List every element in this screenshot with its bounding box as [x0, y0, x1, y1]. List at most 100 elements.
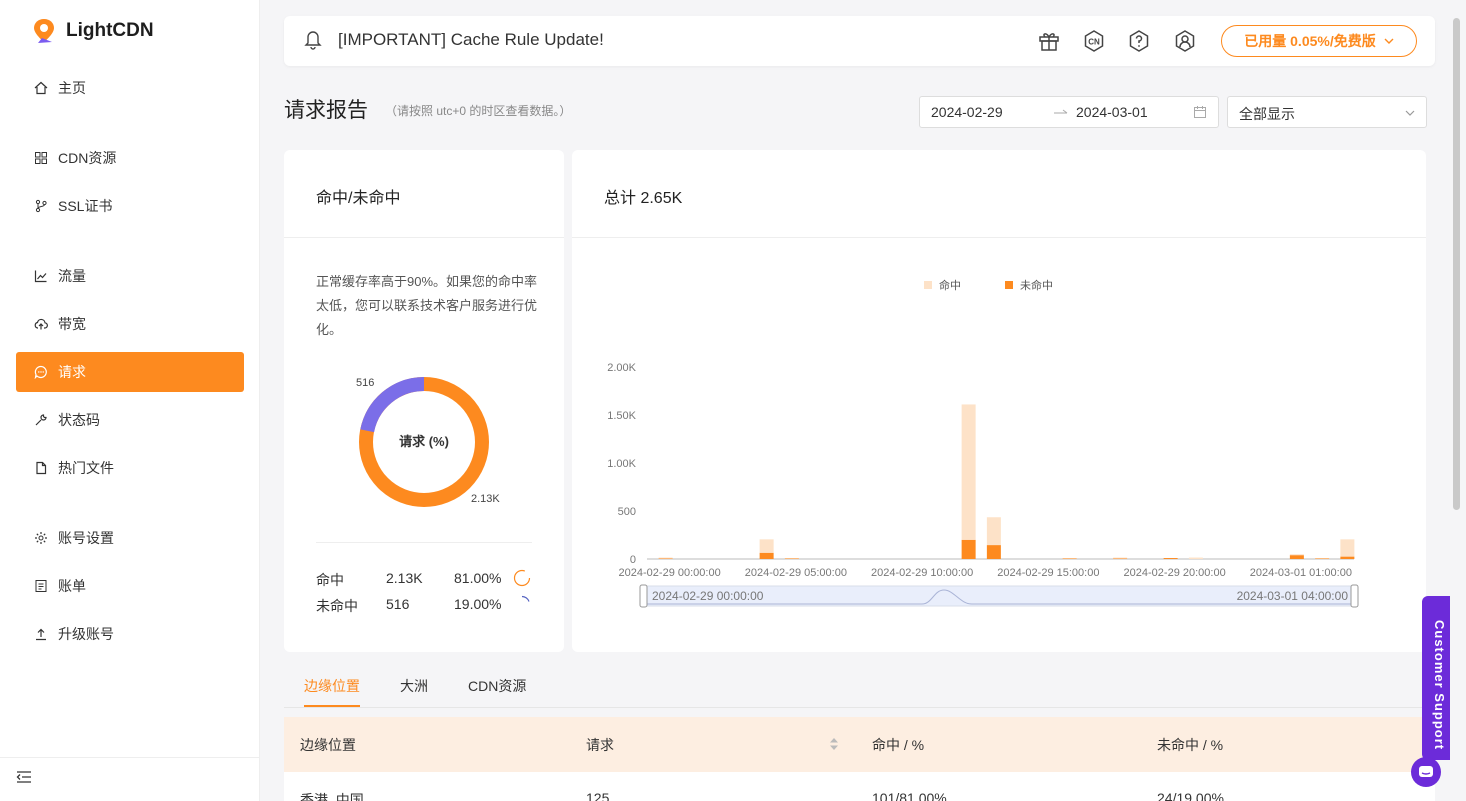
hit-count: 2.13K — [386, 570, 423, 586]
cn-icon[interactable]: CN — [1082, 29, 1106, 53]
announcement[interactable]: [IMPORTANT] Cache Rule Update! — [304, 30, 604, 50]
grid-icon — [35, 152, 47, 164]
legend-miss-swatch — [1005, 281, 1013, 289]
date-start[interactable]: 2024-02-29 — [931, 104, 1003, 120]
sidebar-item-label: 主页 — [58, 80, 86, 96]
sidebar-item-label: 请求 — [58, 364, 86, 380]
y-tick-label: 1.00K — [607, 458, 636, 470]
donut-miss-label: 516 — [356, 377, 374, 389]
sidebar: LightCDN 主页 CDN资源 SSL证书 流量 带宽 请求 状态码 热门文… — [0, 0, 260, 801]
table-row[interactable]: 香港, 中国 125 101/81.00% 24/19.00% — [284, 772, 1435, 801]
sidebar-item-requests[interactable]: 请求 — [16, 352, 244, 392]
x-tick-label: 2024-02-29 05:00:00 — [745, 567, 847, 579]
sidebar-item-hot-files[interactable]: 热门文件 — [16, 448, 244, 488]
sidebar-item-label: 热门文件 — [58, 460, 114, 476]
sidebar-item-traffic[interactable]: 流量 — [16, 256, 244, 296]
logo[interactable]: LightCDN — [32, 18, 154, 44]
requests-bar-chart[interactable]: 0 500 1.00K 1.50K 2.00K 2024-02-29 00:00:00 20… — [572, 238, 1426, 652]
sidebar-item-cdn[interactable]: CDN资源 — [16, 138, 244, 178]
sidebar-item-bandwidth[interactable]: 带宽 — [16, 304, 244, 344]
hit-miss-title: 命中/未命中 — [284, 150, 564, 238]
sidebar-item-label: CDN资源 — [58, 150, 117, 166]
active-tab-indicator — [304, 705, 360, 707]
hit-percent: 81.00% — [454, 570, 502, 586]
x-tick-label: 2024-02-29 15:00:00 — [997, 567, 1099, 579]
total-title: 总计 2.65K — [572, 150, 1426, 238]
message-icon — [34, 365, 47, 379]
sidebar-item-account-settings[interactable]: 账号设置 — [16, 518, 244, 558]
sidebar-item-home[interactable]: 主页 — [16, 68, 244, 108]
hit-miss-description: 正常缓存率高于90%。如果您的命中率太低，您可以联系技术客户服务进行优化。 — [316, 274, 538, 337]
sidebar-item-label: 账号设置 — [58, 530, 114, 546]
sidebar-item-label: 状态码 — [58, 412, 100, 428]
donut-hit-label: 2.13K — [471, 493, 500, 505]
bar-miss — [759, 552, 774, 559]
bar-hit — [759, 539, 774, 553]
svg-text:CN: CN — [1088, 38, 1100, 47]
bar-hit — [986, 517, 1001, 546]
tab-continent[interactable]: 大洲 — [400, 676, 428, 696]
cell-requests: 125 — [586, 790, 610, 801]
divider — [316, 542, 532, 543]
date-range-picker[interactable]: 2024-02-29 2024-03-01 — [919, 96, 1219, 128]
bar-hit — [1113, 557, 1128, 559]
usage-label: 已用量 0.05%/免费版 — [1244, 33, 1376, 49]
bar-hit — [1289, 554, 1304, 556]
hit-miss-card: 命中/未命中 正常缓存率高于90%。如果您的命中率太低，您可以联系技术客户服务进… — [284, 150, 564, 652]
bar-miss — [1163, 558, 1178, 559]
chat-icon — [1419, 766, 1433, 777]
calendar-icon — [1194, 106, 1206, 118]
sidebar-item-upgrade[interactable]: 升级账号 — [16, 614, 244, 654]
sidebar-item-label: 带宽 — [58, 316, 86, 332]
sidebar-item-billing[interactable]: 账单 — [16, 566, 244, 606]
chevron-down-icon — [1405, 110, 1415, 116]
display-filter-select[interactable]: 全部显示 — [1227, 96, 1427, 128]
sort-icon[interactable] — [830, 738, 838, 750]
usage-plan-button[interactable]: 已用量 0.05%/免费版 — [1221, 25, 1417, 57]
tool-icon — [35, 414, 47, 426]
gear-icon — [35, 532, 47, 544]
y-tick-label: 0 — [630, 554, 636, 566]
donut-center-label: 请求 (%) — [399, 434, 449, 449]
help-icon[interactable] — [1127, 29, 1151, 53]
donut-miss-segment — [360, 377, 425, 433]
x-tick-label: 2024-02-29 20:00:00 — [1124, 567, 1226, 579]
total-requests-card: 总计 2.65K 0 500 1.00K 1.50K 2.00K 2024-02-29 0… — [572, 150, 1426, 652]
collapse-menu-icon[interactable] — [16, 770, 32, 784]
zoom-start-label: 2024-02-29 00:00:00 — [652, 589, 764, 603]
cell-hit: 101/81.00% — [872, 790, 947, 801]
date-end[interactable]: 2024-03-01 — [1076, 104, 1148, 120]
chat-button[interactable] — [1411, 757, 1441, 787]
page-scrollbar[interactable] — [1453, 18, 1460, 510]
gift-icon[interactable] — [1037, 29, 1061, 53]
upload-icon — [36, 628, 46, 641]
user-icon[interactable] — [1173, 29, 1197, 53]
hit-miss-donut: 请求 (%) 516 2.13K — [356, 377, 500, 507]
tab-cdn-resource[interactable]: CDN资源 — [468, 676, 526, 696]
col-hit: 命中 / % — [872, 737, 925, 753]
sidebar-footer — [0, 757, 260, 801]
table-header: 边缘位置 请求 命中 / % 未命中 / % — [284, 717, 1435, 772]
sidebar-item-status-codes[interactable]: 状态码 — [16, 400, 244, 440]
col-edge-location: 边缘位置 — [300, 737, 356, 753]
cell-location: 香港, 中国 — [300, 792, 364, 801]
col-requests[interactable]: 请求 — [586, 735, 614, 755]
zoom-handle-right — [1350, 584, 1359, 608]
sidebar-item-ssl[interactable]: SSL证书 — [16, 186, 244, 226]
arrow-right-icon — [1054, 109, 1068, 114]
miss-count: 516 — [386, 596, 410, 612]
display-filter-value: 全部显示 — [1239, 106, 1295, 122]
bar-miss — [986, 545, 1001, 559]
chevron-down-icon — [1384, 38, 1394, 44]
home-icon — [34, 81, 48, 95]
sidebar-item-label: 账单 — [58, 578, 86, 594]
zoom-end-label: 2024-03-01 04:00:00 — [1237, 589, 1349, 603]
zoom-handle-left — [639, 584, 648, 608]
legend-hit-swatch — [924, 281, 932, 289]
sidebar-item-label: SSL证书 — [58, 198, 113, 214]
branch-icon — [35, 199, 47, 213]
tab-edge-location[interactable]: 边缘位置 — [304, 676, 360, 696]
bill-icon — [35, 580, 47, 592]
breakdown-tabs: 边缘位置 大洲 CDN资源 — [284, 662, 1435, 708]
bell-icon — [304, 31, 322, 50]
